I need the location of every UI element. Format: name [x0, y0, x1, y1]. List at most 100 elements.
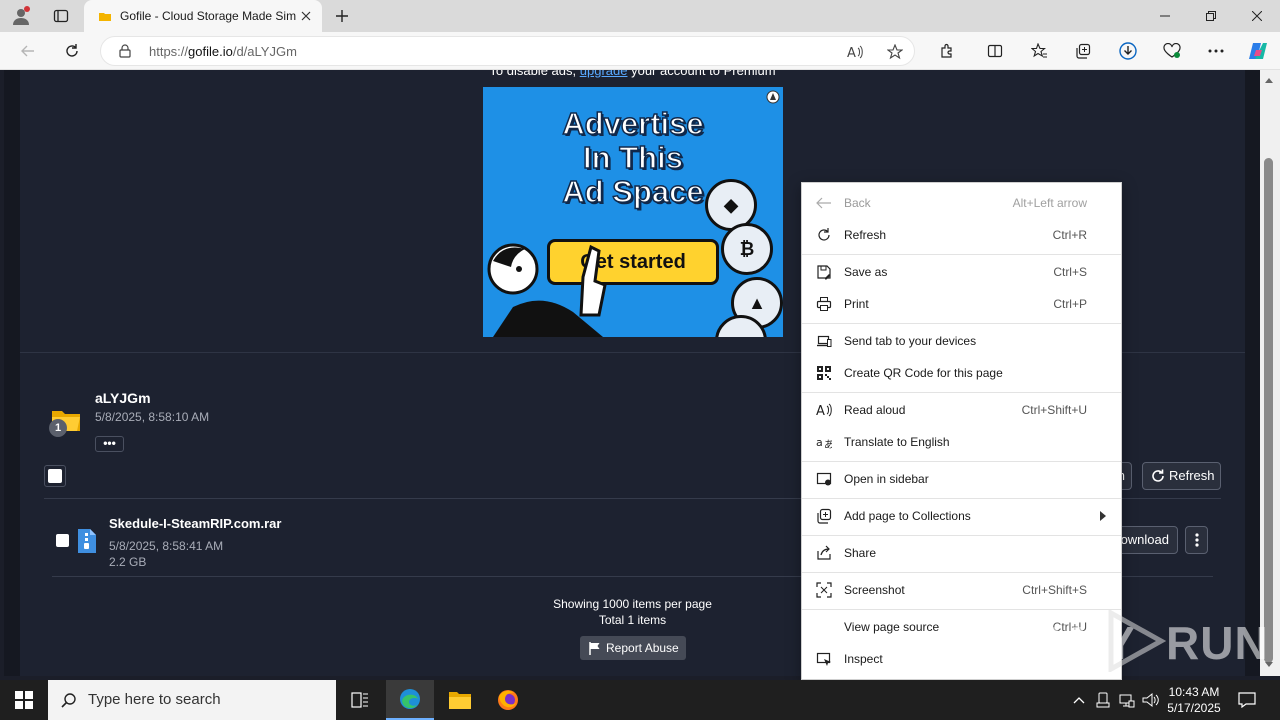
taskbar-search-box[interactable]: Type here to search	[48, 680, 336, 720]
minimize-icon[interactable]	[1142, 0, 1188, 32]
volume-icon[interactable]	[1142, 691, 1160, 709]
refresh-icon[interactable]	[58, 37, 86, 65]
active-tab[interactable]: Gofile - Cloud Storage Made Simple	[84, 0, 322, 32]
menu-item-add-to-collections[interactable]: Add page to Collections	[802, 501, 1121, 531]
notification-center-icon[interactable]	[1238, 691, 1256, 709]
file-date: 5/8/2025, 8:58:41 AM	[109, 539, 224, 553]
file-explorer-icon[interactable]	[436, 680, 484, 720]
anyrun-watermark: ANY RUN	[1036, 606, 1268, 676]
task-view-icon[interactable]	[336, 680, 384, 720]
file-options-button[interactable]	[1185, 526, 1208, 554]
advertisement[interactable]: Advertise In This Ad Space ◆ ₿ ▲ Get sta…	[483, 87, 783, 337]
folder-options-button[interactable]: •••	[95, 436, 124, 452]
folder-name: aLYJGm	[95, 390, 151, 406]
bitcoin-coin-icon: ₿	[721, 223, 773, 275]
split-screen-icon[interactable]	[981, 37, 1009, 65]
file-checkbox[interactable]	[56, 534, 69, 547]
menu-item-refresh[interactable]: Refresh Ctrl+R	[802, 220, 1121, 250]
submenu-arrow-icon	[1099, 510, 1107, 522]
taskbar: Type here to search 10:43 AM 5/17/2025	[0, 680, 1280, 720]
favorites-icon[interactable]	[1025, 37, 1053, 65]
tab-strip: Gofile - Cloud Storage Made Simple	[0, 0, 1280, 32]
collections-icon	[816, 508, 832, 524]
inspect-icon	[816, 651, 832, 667]
upgrade-link[interactable]: upgrade	[580, 70, 628, 78]
report-abuse-button[interactable]: Report Abuse	[580, 636, 686, 660]
menu-item-translate[interactable]: aあ Translate to English	[802, 427, 1121, 457]
ad-notice: To disable ads, upgrade your account to …	[20, 70, 1245, 78]
menu-separator	[802, 572, 1121, 573]
collections-icon[interactable]	[1069, 37, 1097, 65]
menu-item-back[interactable]: Back Alt+Left arrow	[802, 188, 1121, 218]
menu-item-share[interactable]: Share	[802, 538, 1121, 568]
firefox-icon[interactable]	[484, 680, 532, 720]
translate-icon: aあ	[816, 434, 832, 450]
screenshot-icon	[816, 582, 832, 598]
more-options-icon[interactable]	[1202, 37, 1230, 65]
menu-item-send-tab[interactable]: Send tab to your devices	[802, 326, 1121, 356]
send-tab-icon	[816, 333, 832, 349]
system-clock[interactable]: 10:43 AM 5/17/2025	[1164, 684, 1224, 716]
menu-separator	[802, 461, 1121, 462]
refresh-icon	[1151, 469, 1165, 483]
checkbox-box	[48, 469, 62, 483]
file-name[interactable]: Skedule-I-SteamRIP.com.rar	[109, 516, 281, 531]
share-icon	[816, 545, 832, 561]
svg-text:あ: あ	[824, 439, 832, 450]
menu-separator	[802, 535, 1121, 536]
ad-choices-icon[interactable]	[765, 89, 781, 105]
vertical-scrollbar[interactable]	[1260, 70, 1280, 676]
search-icon	[60, 691, 78, 709]
profile-icon[interactable]	[8, 4, 34, 28]
lock-icon[interactable]	[117, 43, 133, 59]
tray-chevron-icon[interactable]	[1070, 691, 1088, 709]
navigation-bar: https://gofile.io/d/aLYJGm A	[0, 32, 1280, 70]
tray-device-icon[interactable]	[1094, 691, 1112, 709]
close-window-icon[interactable]	[1234, 0, 1280, 32]
favorite-star-icon[interactable]	[884, 41, 906, 63]
tab-actions-icon[interactable]	[48, 4, 74, 28]
menu-item-screenshot[interactable]: Screenshot Ctrl+Shift+S	[802, 575, 1121, 605]
play-logo-icon	[1108, 610, 1166, 672]
menu-separator	[802, 392, 1121, 393]
svg-text:A: A	[816, 404, 825, 418]
edge-taskbar-icon[interactable]	[386, 680, 434, 720]
new-tab-icon[interactable]	[330, 4, 354, 28]
flag-icon	[588, 641, 600, 655]
windows-start-icon[interactable]	[0, 680, 48, 720]
folder-date: 5/8/2025, 8:58:10 AM	[95, 410, 210, 424]
file-size: 2.2 GB	[109, 555, 147, 569]
gofile-favicon	[98, 9, 112, 23]
back-arrow-icon	[816, 195, 832, 211]
restore-icon[interactable]	[1188, 0, 1234, 32]
menu-separator	[802, 498, 1121, 499]
browser-essentials-icon[interactable]	[1158, 37, 1186, 65]
svg-text:A: A	[847, 46, 856, 59]
address-bar[interactable]: https://gofile.io/d/aLYJGm A	[100, 36, 915, 66]
menu-item-save-as[interactable]: Save as Ctrl+S	[802, 257, 1121, 287]
network-icon[interactable]	[1118, 691, 1136, 709]
copilot-icon[interactable]	[1244, 37, 1272, 65]
save-as-icon	[816, 264, 832, 280]
refresh-button[interactable]: Refresh	[1142, 462, 1221, 490]
select-all-checkbox[interactable]	[44, 465, 66, 487]
scroll-up-icon[interactable]	[1264, 76, 1274, 84]
menu-item-qr-code[interactable]: Create QR Code for this page	[802, 358, 1121, 388]
item-count-badge: 1	[49, 419, 67, 437]
menu-separator	[802, 254, 1121, 255]
scrollbar-thumb[interactable]	[1264, 158, 1273, 663]
print-icon	[816, 296, 832, 312]
menu-item-print[interactable]: Print Ctrl+P	[802, 289, 1121, 319]
refresh-icon	[816, 227, 832, 243]
menu-item-open-in-sidebar[interactable]: Open in sidebar	[802, 464, 1121, 494]
read-aloud-icon[interactable]: A	[844, 41, 866, 63]
back-icon[interactable]	[14, 37, 42, 65]
svg-text:a: a	[816, 436, 823, 449]
downloads-icon[interactable]	[1114, 37, 1142, 65]
menu-separator	[802, 323, 1121, 324]
tab-title: Gofile - Cloud Storage Made Simple	[120, 9, 296, 23]
ad-character-illustration	[487, 243, 607, 337]
menu-item-read-aloud[interactable]: A Read aloud Ctrl+Shift+U	[802, 395, 1121, 425]
extensions-icon[interactable]	[933, 37, 961, 65]
close-tab-icon[interactable]	[298, 8, 314, 24]
